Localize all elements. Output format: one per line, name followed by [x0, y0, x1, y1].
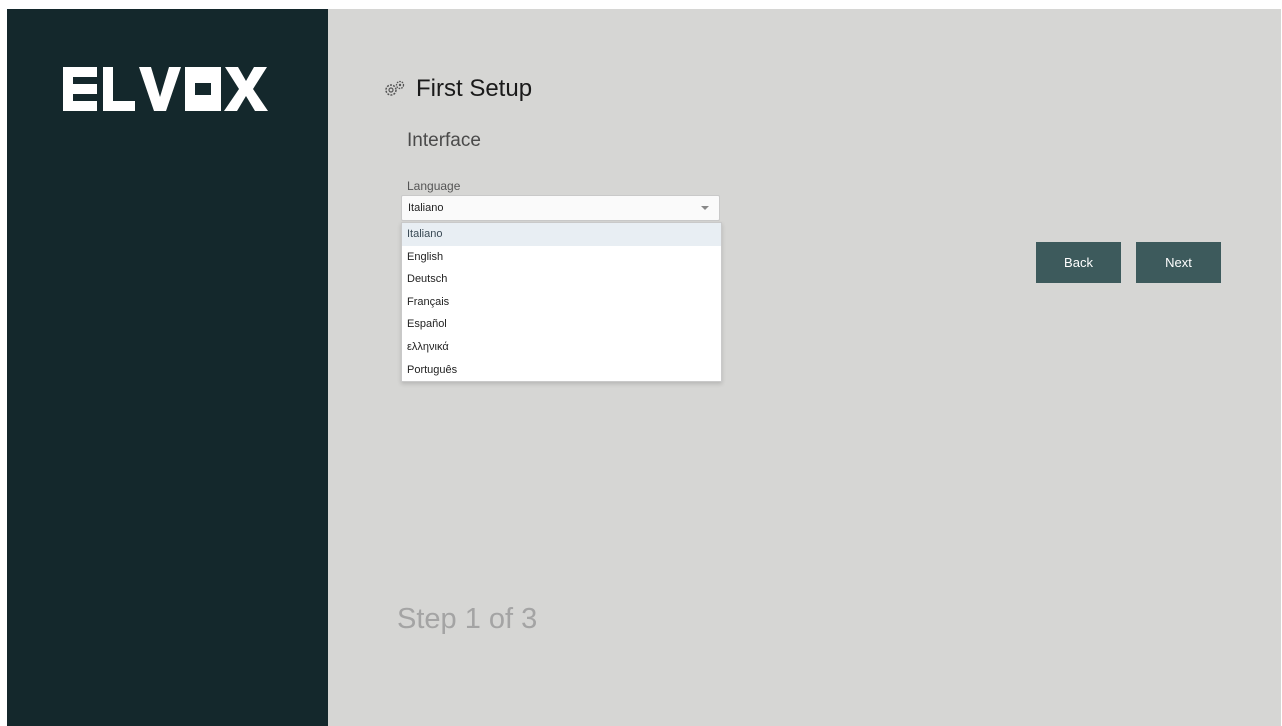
language-option-portugues[interactable]: Português [402, 359, 721, 382]
title-row: First Setup [384, 75, 532, 103]
step-indicator: Step 1 of 3 [397, 603, 538, 635]
next-button[interactable]: Next [1136, 242, 1221, 283]
language-option-english[interactable]: English [402, 246, 721, 269]
language-select-value: Italiano [408, 202, 444, 214]
page-title: First Setup [416, 75, 533, 102]
sidebar [7, 9, 328, 726]
gears-icon [385, 80, 405, 96]
section-title: Interface [407, 130, 481, 151]
back-button[interactable]: Back [1036, 242, 1121, 283]
main-content: First Setup Interface Language Italiano … [328, 9, 1281, 726]
app-window: First Setup Interface Language Italiano … [7, 9, 1281, 726]
language-option-deutsch[interactable]: Deutsch [402, 268, 721, 291]
language-dropdown-list: Italiano English Deutsch Français Españo… [401, 222, 722, 383]
chevron-down-icon[interactable] [701, 206, 709, 210]
language-label: Language [407, 179, 461, 193]
language-option-greek[interactable]: ελληνικά [402, 336, 721, 359]
language-option-francais[interactable]: Français [402, 291, 721, 314]
language-select[interactable]: Italiano [401, 195, 720, 221]
language-option-espanol[interactable]: Español [402, 313, 721, 336]
elvox-logo [63, 67, 268, 111]
language-option-italiano[interactable]: Italiano [402, 223, 721, 246]
